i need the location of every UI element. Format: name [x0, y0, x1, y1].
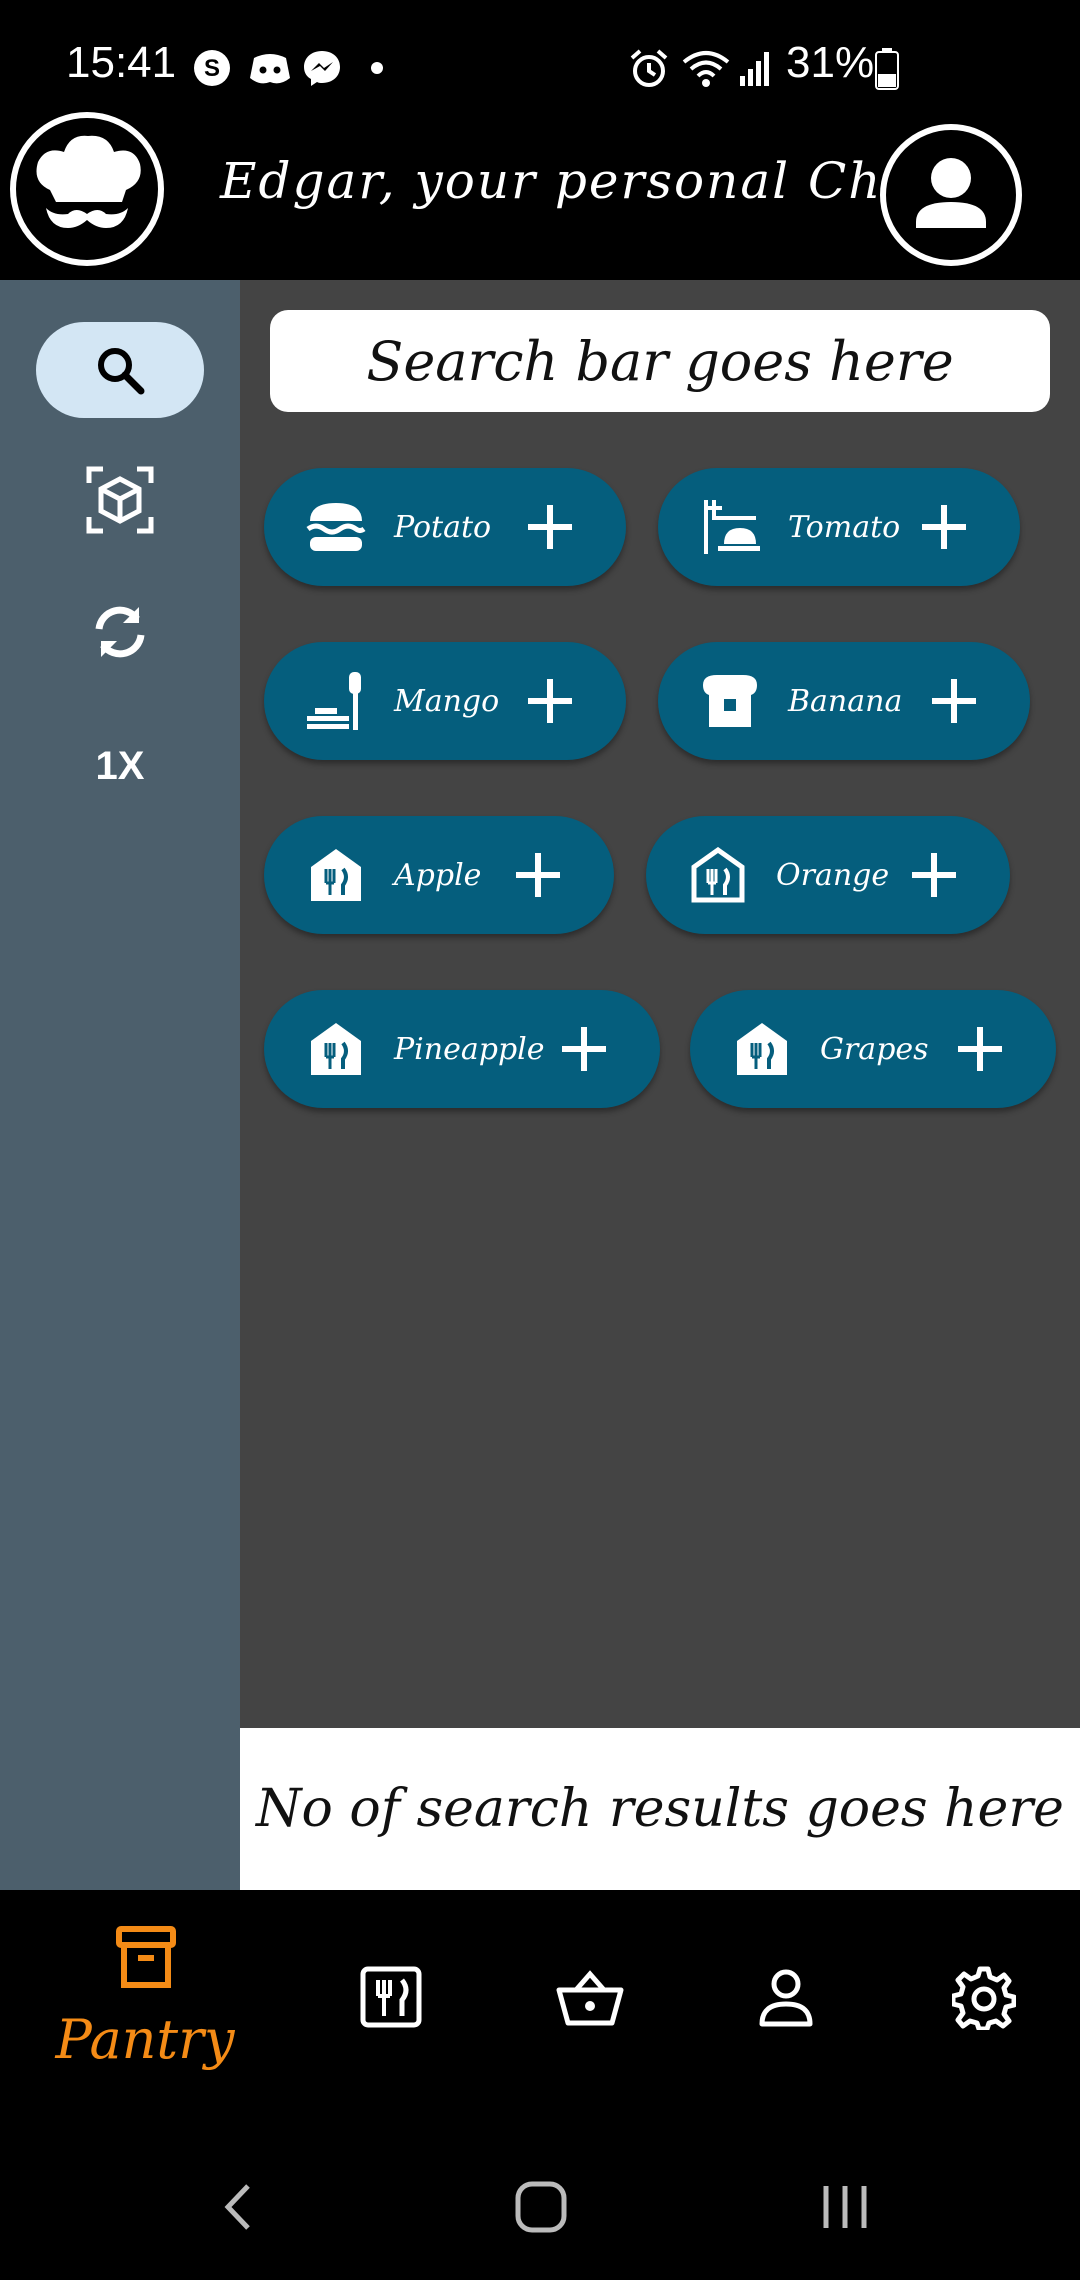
archive-box-icon [116, 1926, 176, 1988]
sidebar-scan-button[interactable] [36, 452, 204, 548]
basket-icon [556, 1970, 624, 2026]
sidebar-refresh-button[interactable] [36, 584, 204, 680]
add-icon[interactable] [560, 1025, 608, 1073]
wifi-icon [682, 48, 730, 92]
dinner-table-icon [304, 669, 368, 733]
ingredient-chip-mango[interactable]: Mango [264, 642, 626, 760]
battery-percent: 31% [786, 38, 875, 87]
nav-pantry[interactable]: Pantry [0, 1890, 290, 2120]
sidebar-search-button[interactable] [36, 322, 204, 418]
battery-icon [874, 48, 900, 94]
results-count-text: No of search results goes here [256, 1779, 1064, 1839]
bottom-nav: Pantry [0, 1890, 1080, 2120]
restaurant-house-outline-icon [686, 843, 750, 907]
app-header: Edgar, your personal Chef [0, 112, 1080, 280]
ingredient-label: Orange [776, 857, 890, 893]
ingredient-label: Mango [394, 683, 500, 719]
ingredient-label: Grapes [820, 1031, 929, 1067]
account-circle-icon [916, 158, 986, 228]
dining-icon [698, 495, 762, 559]
add-icon[interactable] [920, 503, 968, 551]
ingredient-label: Apple [394, 857, 482, 893]
back-icon[interactable] [220, 2182, 254, 2232]
discord-icon [248, 48, 292, 92]
zoom-label: 1X [95, 743, 145, 788]
sidebar-zoom-button[interactable]: 1X [36, 718, 204, 814]
nav-pantry-label: Pantry [55, 2008, 235, 2071]
nav-basket[interactable] [490, 1890, 690, 2120]
nav-recipes[interactable] [292, 1890, 492, 2120]
restaurant-house-icon [730, 1017, 794, 1081]
main-content: Search bar goes here Potato Tomato Mango… [240, 280, 1080, 1728]
add-icon[interactable] [930, 677, 978, 725]
burger-icon [304, 495, 368, 559]
menu-book-icon [360, 1966, 422, 2028]
signal-icon [738, 50, 774, 90]
ingredient-chip-apple[interactable]: Apple [264, 816, 614, 934]
search-placeholder: Search bar goes here [366, 329, 954, 393]
restaurant-house-icon [304, 843, 368, 907]
nav-settings[interactable] [882, 1890, 1080, 2120]
person-icon [759, 1969, 813, 2027]
add-icon[interactable] [514, 851, 562, 899]
refresh-icon [95, 606, 145, 658]
settings-icon [952, 1966, 1016, 2030]
ingredient-label: Tomato [788, 509, 901, 545]
restaurant-house-icon [304, 1017, 368, 1081]
profile-button[interactable] [880, 124, 1022, 266]
chef-hat-mustache-icon [10, 112, 164, 266]
add-icon[interactable] [956, 1025, 1004, 1073]
ingredient-chip-grapes[interactable]: Grapes [690, 990, 1056, 1108]
ingredient-chip-potato[interactable]: Potato [264, 468, 626, 586]
messenger-icon [302, 48, 342, 92]
alarm-icon [628, 48, 670, 94]
status-time: 15:41 [66, 38, 177, 87]
add-icon[interactable] [526, 503, 574, 551]
ingredient-chip-orange[interactable]: Orange [646, 816, 1010, 934]
search-bar[interactable]: Search bar goes here [270, 310, 1050, 412]
svg-text:S: S [204, 55, 220, 82]
ingredient-chip-banana[interactable]: Banana [658, 642, 1030, 760]
search-icon [98, 348, 145, 395]
ingredient-chip-pineapple[interactable]: Pineapple [264, 990, 660, 1108]
ingredient-label: Pineapple [394, 1031, 545, 1067]
skype-icon: S [192, 48, 232, 92]
dot-icon [370, 60, 384, 79]
recents-icon[interactable] [820, 2182, 870, 2232]
system-nav-bar [0, 2120, 1080, 2280]
sidebar: 1X [0, 280, 240, 1890]
add-icon[interactable] [526, 677, 574, 725]
nav-profile[interactable] [686, 1890, 886, 2120]
add-icon[interactable] [910, 851, 958, 899]
ingredient-chip-tomato[interactable]: Tomato [658, 468, 1020, 586]
bread-slice-icon [698, 669, 762, 733]
ingredient-label: Banana [788, 683, 903, 719]
results-count-bar: No of search results goes here [240, 1728, 1080, 1890]
app-title: Edgar, your personal Chef [220, 152, 935, 210]
home-icon[interactable] [514, 2180, 568, 2234]
ingredient-label: Potato [394, 509, 492, 545]
scan-box-icon [86, 466, 154, 534]
